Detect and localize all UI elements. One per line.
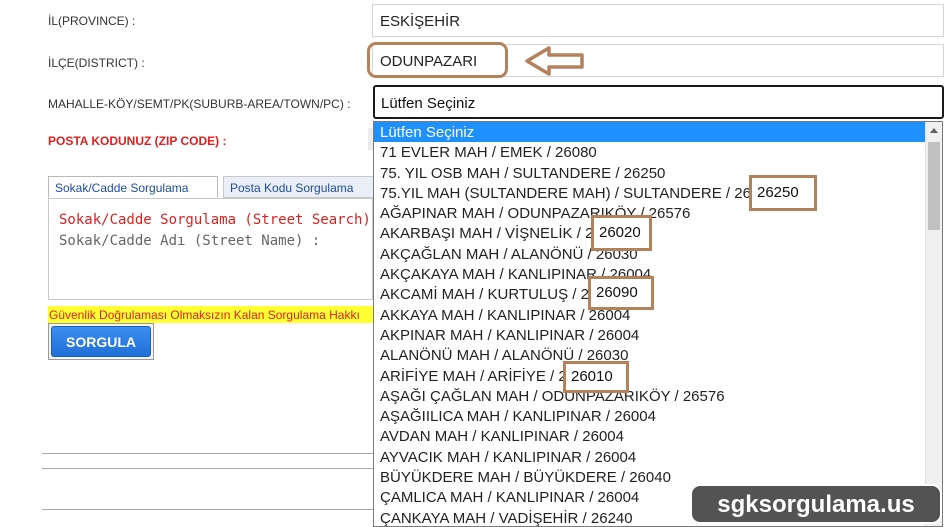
submit-button-frame: SORGULA [48,323,154,360]
dropdown-option[interactable]: AYVACIK MAH / KANLIPINAR / 26004 [374,447,942,467]
dropdown-option[interactable]: AKCAMİ MAH / KURTULUŞ / 26090 [374,284,942,304]
divider [42,509,374,510]
dropdown-option[interactable]: Lütfen Seçiniz [374,122,942,143]
divider [42,453,374,454]
zip-highlight: 26250 [749,175,817,211]
scroll-up-icon[interactable] [930,128,938,133]
province-field[interactable]: ESKİŞEHİR [372,4,944,37]
dropdown-option[interactable]: AŞAĞIILICA MAH / KANLIPINAR / 26004 [374,406,942,426]
province-label: İL(PROVINCE) : [48,14,136,28]
dropdown-option[interactable]: AVDAN MAH / KANLIPINAR / 26004 [374,426,942,446]
dropdown-option[interactable]: AKARBAŞI MAH / VİŞNELİK / 26020 [374,223,942,243]
mahalle-label: MAHALLE-KÖY/SEMT/PK(SUBURB-AREA/TOWN/PC)… [48,97,351,111]
submit-button[interactable]: SORGULA [51,326,151,357]
dropdown-option[interactable]: 71 EVLER MAH / EMEK / 26080 [374,142,942,162]
dropdown-option[interactable]: ARİFİYE MAH / ARİFİYE / 26010 [374,366,942,386]
street-search-panel: Sokak/Cadde Sorgulama (Street Search) So… [48,198,373,300]
dropdown-option[interactable]: AKÇAKAYA MAH / KANLIPINAR / 26004 [374,264,942,284]
district-label: İLÇE(DISTRICT) : [48,56,145,70]
dropdown-option[interactable]: ALANÖNÜ MAH / ALANÖNÜ / 26030 [374,345,942,365]
zip-highlight: 26090 [588,276,654,310]
district-highlight-box [367,42,508,78]
dropdown-option[interactable]: AKÇAĞLAN MAH / ALANÖNÜ / 26030 [374,244,942,264]
divider [42,468,374,469]
dropdown-option[interactable]: 75. YIL OSB MAH / SULTANDERE / 26250 [374,163,942,183]
site-watermark: sgksorgulama.us [690,484,942,524]
dropdown-option[interactable]: 75.YIL MAH (SULTANDERE MAH) / SULTANDERE… [374,183,942,203]
dropdown-option[interactable]: AKKAYA MAH / KANLIPINAR / 26004 [374,305,942,325]
zip-code-label: POSTA KODUNUZ (ZIP CODE) : [48,134,227,148]
dropdown-option[interactable]: AĞAPINAR MAH / ODUNPAZARIKÖY / 26576 [374,203,942,223]
mahalle-select[interactable]: Lütfen Seçiniz [373,85,944,119]
mahalle-dropdown-list[interactable]: Lütfen Seçiniz 71 EVLER MAH / EMEK / 2608… [373,121,943,527]
mahalle-selected-value: Lütfen Seçiniz [381,95,476,112]
zip-highlight: 26010 [563,361,629,393]
zip-highlight: 26020 [591,215,652,251]
left-arrow-icon [525,46,584,76]
dropdown-options: Lütfen Seçiniz 71 EVLER MAH / EMEK / 2608… [374,122,942,526]
panel-title: Sokak/Cadde Sorgulama (Street Search) [59,212,371,228]
street-name-label: Sokak/Cadde Adı (Street Name) : [59,233,321,249]
dropdown-option[interactable]: AKPINAR MAH / KANLIPINAR / 26004 [374,325,942,345]
security-warning: Güvenlik Doğrulaması Olmaksızın Kalan So… [48,306,374,323]
dropdown-option[interactable]: AŞAĞI ÇAĞLAN MAH / ODUNPAZARIKÖY / 26576 [374,386,942,406]
dropdown-scrollbar[interactable] [925,122,942,526]
tab-street-search[interactable]: Sokak/Cadde Sorgulama [48,176,218,198]
scroll-thumb[interactable] [928,142,940,230]
